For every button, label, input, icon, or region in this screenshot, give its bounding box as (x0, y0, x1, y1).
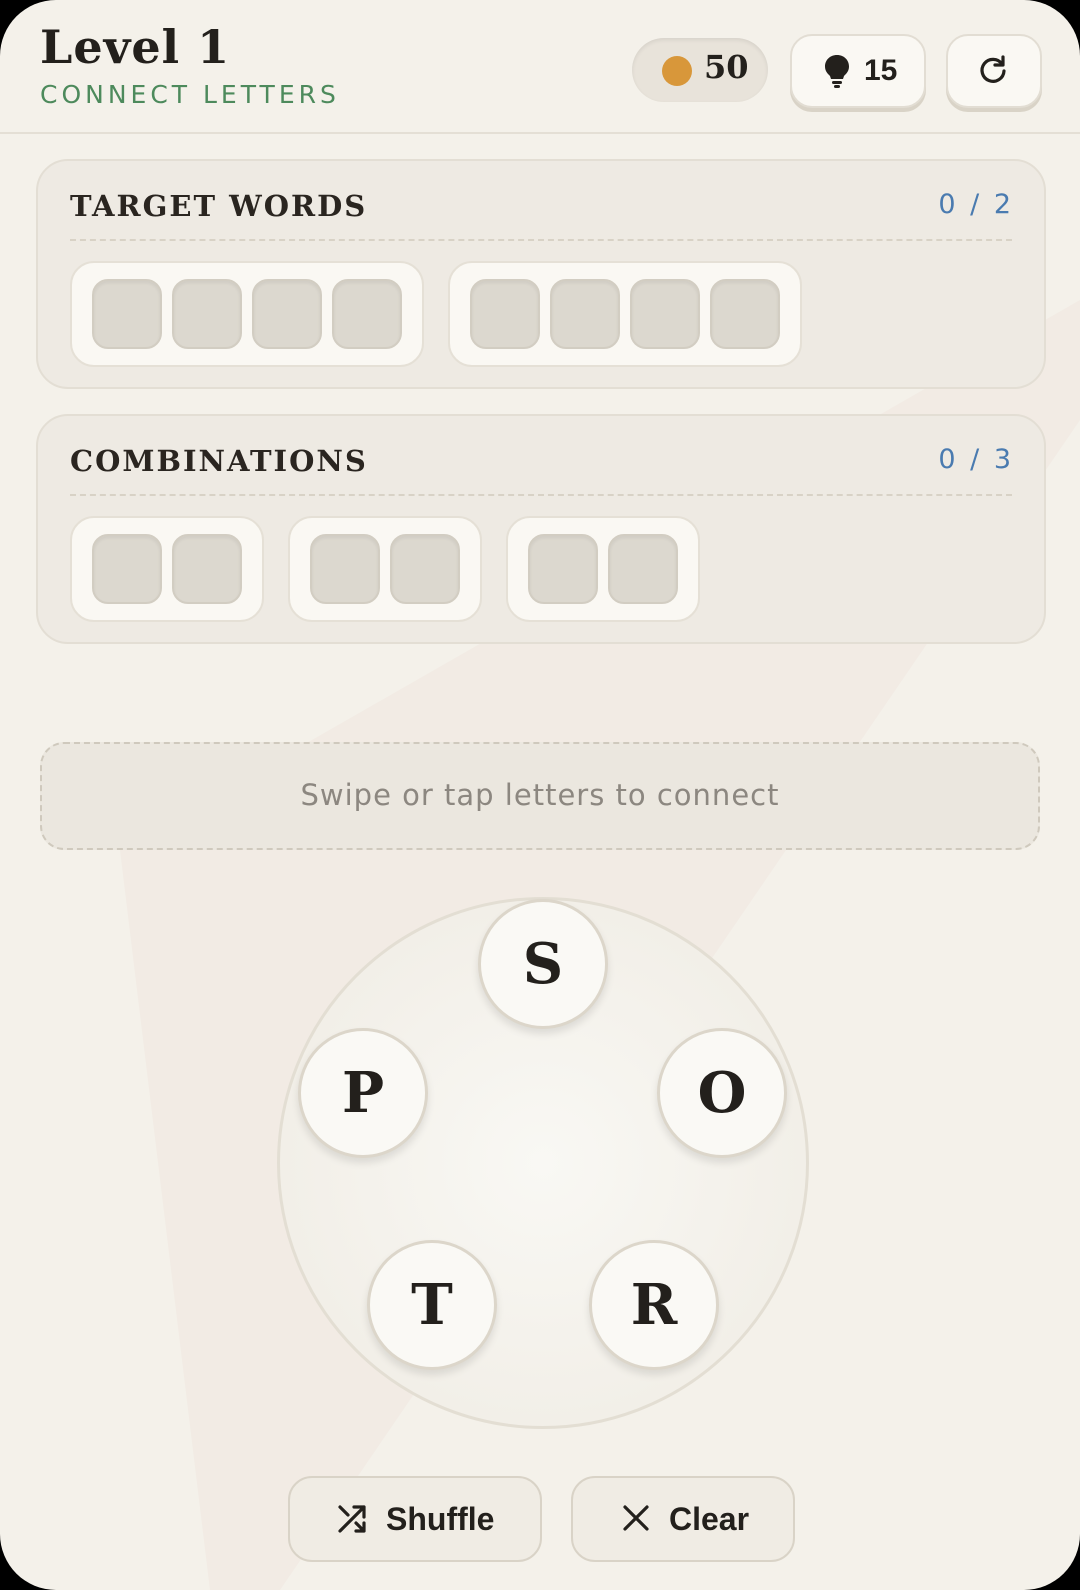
letter-slot (92, 279, 162, 349)
word-slot-group (288, 516, 482, 622)
letter-slot (390, 534, 460, 604)
divider (70, 494, 1012, 496)
clear-label: Clear (669, 1501, 750, 1537)
level-title: Level 1 (40, 20, 231, 74)
hint-count: 15 (864, 54, 898, 87)
target-words-title: TARGET WORDS (70, 189, 368, 223)
letter-tile[interactable]: T (367, 1240, 497, 1370)
word-slot-group (70, 516, 264, 622)
letter-tile[interactable]: P (298, 1028, 428, 1158)
clear-button[interactable]: Clear (571, 1476, 795, 1562)
letter-slot (630, 279, 700, 349)
combinations-panel: COMBINATIONS 0 / 3 (36, 414, 1046, 644)
letter-slot (252, 279, 322, 349)
shuffle-icon (338, 1505, 366, 1533)
letter-wheel[interactable]: S O R T P (277, 897, 809, 1429)
target-words-panel: TARGET WORDS 0 / 2 (36, 159, 1046, 389)
lightbulb-icon (825, 55, 849, 88)
letter-tile[interactable]: R (589, 1240, 719, 1370)
letter-tile[interactable]: S (478, 899, 608, 1029)
letter-tile[interactable]: O (657, 1028, 787, 1158)
word-slot-group (506, 516, 700, 622)
word-slot-group (448, 261, 802, 367)
letter-slot (92, 534, 162, 604)
coin-count: 50 (704, 48, 749, 86)
letter-slot (332, 279, 402, 349)
combinations-row (70, 516, 700, 622)
game-screen: Level 1 CONNECT LETTERS 50 15 TARGET WOR… (0, 0, 1080, 1590)
refresh-icon (980, 55, 1006, 83)
target-words-row (70, 261, 802, 367)
letter-slot (710, 279, 780, 349)
hint-button[interactable]: 15 (790, 34, 926, 108)
letter-slot (470, 279, 540, 349)
level-subtitle: CONNECT LETTERS (40, 80, 340, 109)
word-input-bar: Swipe or tap letters to connect (40, 742, 1040, 850)
combinations-count: 0 / 3 (938, 444, 1014, 475)
close-icon (623, 1505, 649, 1531)
input-placeholder: Swipe or tap letters to connect (300, 778, 780, 812)
coin-counter: 50 (632, 38, 768, 102)
divider (70, 239, 1012, 241)
header-bar: Level 1 CONNECT LETTERS 50 15 (0, 0, 1080, 134)
combinations-title: COMBINATIONS (70, 444, 368, 478)
letter-slot (528, 534, 598, 604)
letter-slot (608, 534, 678, 604)
shuffle-label: Shuffle (386, 1501, 495, 1537)
letter-slot (172, 534, 242, 604)
refresh-button[interactable] (946, 34, 1042, 108)
letter-slot (310, 534, 380, 604)
letter-slot (550, 279, 620, 349)
shuffle-button[interactable]: Shuffle (288, 1476, 542, 1562)
word-slot-group (70, 261, 424, 367)
coin-icon (662, 56, 692, 86)
letter-slot (172, 279, 242, 349)
target-words-count: 0 / 2 (938, 189, 1014, 220)
